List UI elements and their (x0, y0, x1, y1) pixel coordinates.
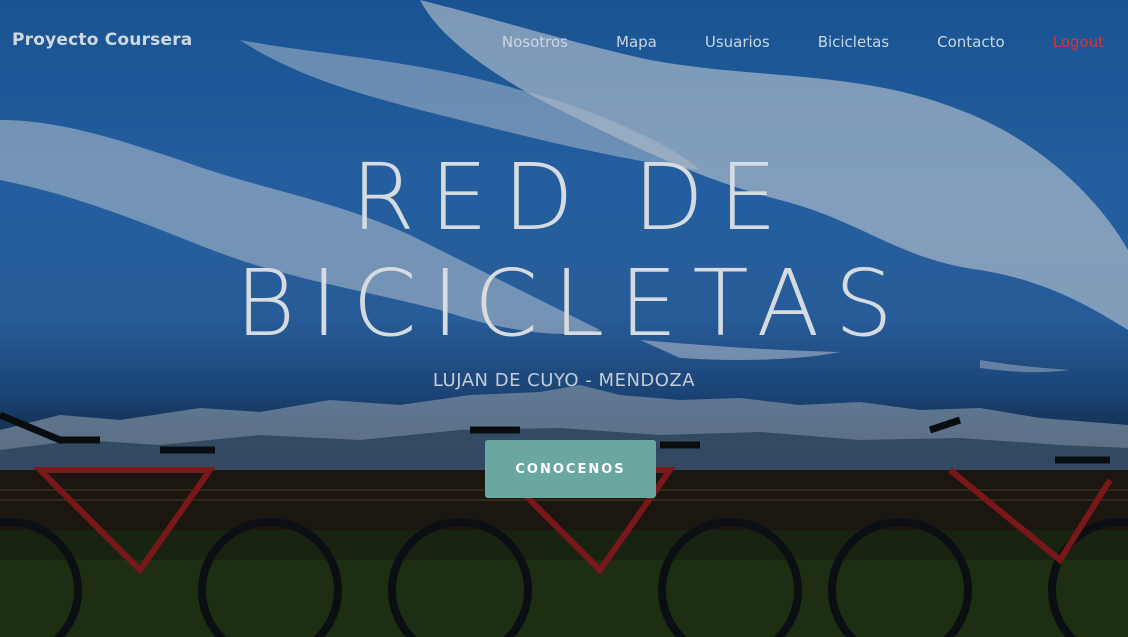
brand-link[interactable]: Proyecto Coursera (12, 30, 192, 50)
hero-title-line-1: RED DE (350, 144, 793, 251)
conocenos-button[interactable]: CONOCENOS (485, 440, 656, 498)
hero-subtitle: LUJAN DE CUYO - MENDOZA (432, 370, 696, 391)
nav-link-bicicletas[interactable]: Bicicletas (794, 33, 913, 51)
hero-section: Proyecto Coursera Nosotros Mapa Usuarios… (0, 0, 1128, 637)
nav-link-usuarios[interactable]: Usuarios (681, 33, 794, 51)
nav-link-nosotros[interactable]: Nosotros (478, 33, 592, 51)
nav-link-logout[interactable]: Logout (1029, 33, 1128, 51)
nav-link-contacto[interactable]: Contacto (913, 33, 1029, 51)
nav-links: Nosotros Mapa Usuarios Bicicletas Contac… (478, 32, 1128, 52)
hero-title-line-2: BICICLETAS (235, 250, 908, 357)
top-navbar: Proyecto Coursera Nosotros Mapa Usuarios… (0, 0, 1128, 80)
nav-link-mapa[interactable]: Mapa (592, 33, 681, 51)
